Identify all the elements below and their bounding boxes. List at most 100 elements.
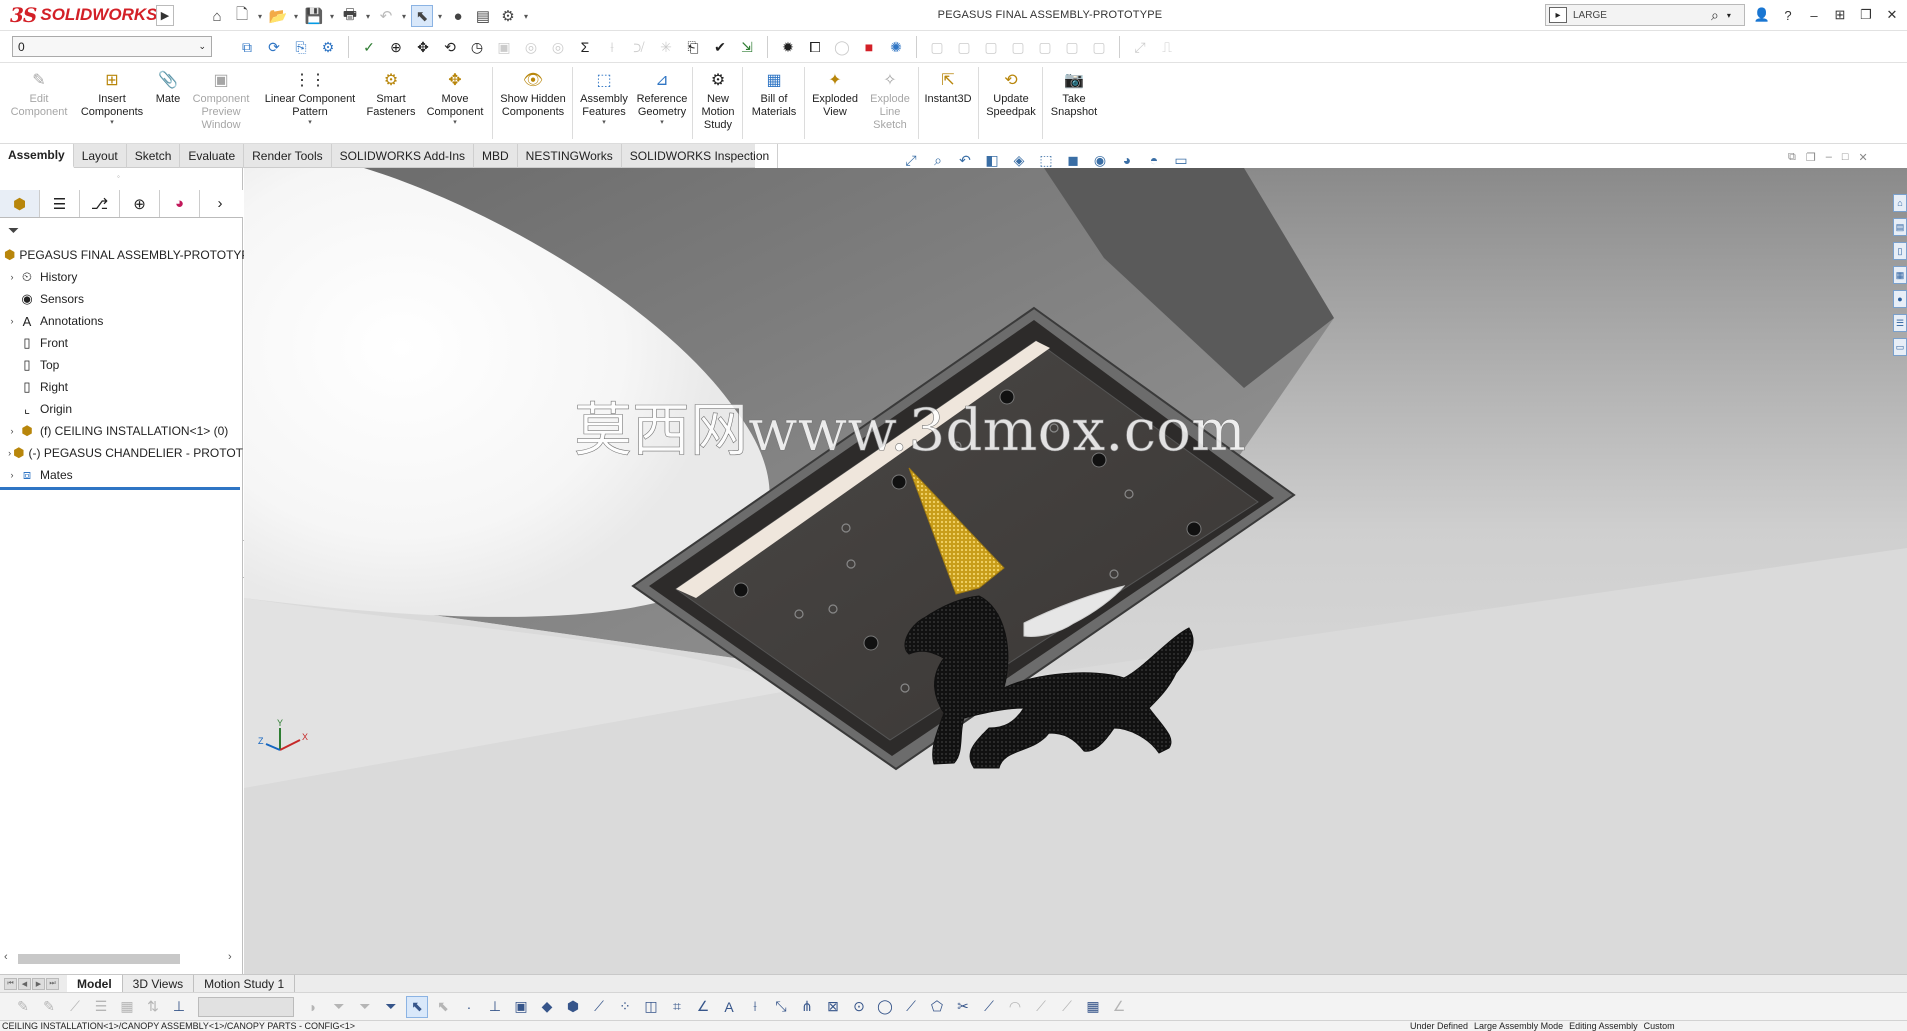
print-icon[interactable]: 🖶	[339, 5, 361, 27]
search-box[interactable]: ▸ ⌕ ▾	[1545, 4, 1745, 26]
rotate-icon[interactable]: ⟲	[439, 36, 461, 58]
point-icon[interactable]: ·	[458, 996, 480, 1018]
dimension-icon[interactable]: ⌗	[666, 996, 688, 1018]
tree-item-top-plane[interactable]: ▯ Top	[0, 354, 243, 376]
tab-nestingworks[interactable]: NESTINGWorks	[518, 144, 622, 168]
solidworks-logo[interactable]: 3S SOLIDWORKS	[10, 3, 157, 27]
scroll-thumb[interactable]	[18, 954, 180, 964]
trim-icon[interactable]: ✂	[952, 996, 974, 1018]
export-icon[interactable]: ⇲	[736, 36, 758, 58]
viewport-restore-icon[interactable]: ❐	[1806, 151, 1816, 164]
sketch-icon[interactable]: ⤢	[1129, 36, 1151, 58]
configuration-manager-tab-icon[interactable]: ⎇	[80, 190, 120, 217]
view-palette-icon[interactable]: ▦	[1893, 266, 1907, 284]
interference-icon[interactable]: ◎	[520, 36, 542, 58]
scroll-left-icon[interactable]: ‹	[4, 951, 8, 963]
view-settings-icon[interactable]: ▭	[1170, 150, 1192, 170]
show-hidden-components-button[interactable]: 👁 Show Hidden Components	[496, 69, 570, 119]
expand-arrow-icon[interactable]: ›	[6, 470, 18, 480]
expand-arrow-icon[interactable]: ›	[6, 448, 13, 458]
edge-icon[interactable]: ⟋	[588, 996, 610, 1018]
axis-icon[interactable]: ⊥	[168, 996, 190, 1018]
filter-icon[interactable]: ⏷	[354, 996, 376, 1018]
previous-view-icon[interactable]: ↶	[954, 150, 976, 170]
filter-icon[interactable]: ⏷	[328, 996, 350, 1018]
measure-icon[interactable]: ⟊	[744, 996, 766, 1018]
copy-component-icon[interactable]: ⎘	[290, 36, 312, 58]
rollback-bar[interactable]	[0, 487, 240, 490]
explode-line-sketch-button[interactable]: ✧ Explode Line Sketch	[864, 69, 916, 132]
first-tab-icon[interactable]: ⏮	[4, 977, 17, 990]
appearances-icon[interactable]: ●	[1893, 290, 1907, 308]
tab-evaluate[interactable]: Evaluate	[180, 144, 245, 168]
select-cursor-icon[interactable]: ⬉	[411, 5, 433, 27]
move-icon[interactable]: ✥	[412, 36, 434, 58]
horizontal-scrollbar[interactable]: ‹ ›	[4, 951, 240, 967]
options-dropdown-icon[interactable]: ▾	[522, 5, 530, 27]
viewport-minimize-icon[interactable]: –	[1826, 151, 1832, 164]
mirror-icon[interactable]: ✳	[655, 36, 677, 58]
sketch-tool-icon[interactable]: ☰	[90, 996, 112, 1018]
drawing6-icon[interactable]: ▢	[1061, 36, 1083, 58]
tab-motion-study[interactable]: Motion Study 1	[194, 974, 296, 993]
viewport-close-icon[interactable]: ✕	[1859, 151, 1868, 164]
exploded-view-button[interactable]: ✦ Exploded View	[808, 69, 862, 119]
new-motion-study-button[interactable]: ⚙ New Motion Study	[696, 69, 740, 132]
clearance-icon[interactable]: ◎	[547, 36, 569, 58]
view-orientation-icon[interactable]: ⬚	[1035, 150, 1057, 170]
sketch-tool-icon[interactable]: ⟋	[64, 996, 86, 1018]
spell-check-icon[interactable]: ✓	[358, 36, 380, 58]
forum-icon[interactable]: ▭	[1893, 338, 1907, 356]
search-magnifier-icon[interactable]: ⌕	[1711, 7, 1719, 24]
file-properties-icon[interactable]: ▤	[472, 5, 494, 27]
new-dropdown-icon[interactable]: ▾	[256, 5, 264, 27]
reference-geometry-button[interactable]: ⊿ Reference Geometry ▾	[634, 69, 690, 127]
line-tool-icon[interactable]: ⟋	[900, 996, 922, 1018]
search-dropdown-icon[interactable]: ▾	[1727, 11, 1731, 20]
mate-button[interactable]: 📎 Mate	[150, 69, 186, 106]
minimize-icon[interactable]: –	[1804, 8, 1824, 23]
panel-grip-icon[interactable]: ◦	[117, 172, 120, 181]
tab-solidworks-inspection[interactable]: SOLIDWORKS Inspection	[622, 144, 779, 168]
design-library-icon[interactable]: ▤	[1893, 218, 1907, 236]
clock-icon[interactable]: ◷	[466, 36, 488, 58]
save-dropdown-icon[interactable]: ▾	[328, 5, 336, 27]
tile-windows-icon[interactable]: ⊞	[1830, 7, 1850, 23]
previous-tab-icon[interactable]: ◀	[18, 977, 31, 990]
help-icon[interactable]: ?	[1778, 8, 1798, 23]
plane-icon[interactable]: ◫	[640, 996, 662, 1018]
zoom-icon[interactable]: ⊕	[385, 36, 407, 58]
display-style-icon[interactable]: ◼	[1062, 150, 1084, 170]
file-explorer-icon[interactable]: ▯	[1893, 242, 1907, 260]
save-icon[interactable]: 💾	[303, 5, 325, 27]
bottom-select[interactable]	[198, 996, 294, 1017]
sketch-tool-icon[interactable]: ⇅	[142, 996, 164, 1018]
sketch-tool-icon[interactable]: ◠	[1004, 996, 1026, 1018]
bill-of-materials-button[interactable]: ▦ Bill of Materials	[746, 69, 802, 119]
hide-component-icon[interactable]: ▣	[493, 36, 515, 58]
search-commands-icon[interactable]: ▸	[1549, 7, 1567, 23]
solid-icon[interactable]: ⬢	[562, 996, 584, 1018]
drawing3-icon[interactable]: ▢	[980, 36, 1002, 58]
search-input[interactable]	[1567, 9, 1707, 21]
expand-arrow-icon[interactable]: ›	[6, 272, 18, 282]
check-icon[interactable]: ✔	[709, 36, 731, 58]
weld-icon[interactable]: ⋔	[796, 996, 818, 1018]
expand-arrow-icon[interactable]: ›	[6, 426, 18, 436]
instant3d-button[interactable]: ⇱ Instant3D	[920, 69, 976, 106]
apply-scene-icon[interactable]: ◓	[1143, 150, 1165, 170]
user-account-icon[interactable]: 👤	[1752, 7, 1772, 23]
settings-gear-icon[interactable]: ⚙	[317, 36, 339, 58]
scroll-right-icon[interactable]: ›	[228, 951, 232, 963]
take-snapshot-button[interactable]: 📷 Take Snapshot	[1046, 69, 1102, 119]
tree-item-ceiling-installation[interactable]: › ⬢ (f) CEILING INSTALLATION<1> (0)	[0, 420, 243, 442]
angle-icon[interactable]: ∠	[692, 996, 714, 1018]
close-icon[interactable]: ✕	[1882, 7, 1902, 23]
update-speedpak-button[interactable]: ⟲ Update Speedpak	[982, 69, 1040, 119]
edit-component-button[interactable]: ✎ Edit Component	[4, 69, 74, 119]
move-component-button[interactable]: ✥ Move Component ▾	[420, 69, 490, 127]
zoom-to-area-icon[interactable]: ⌕	[927, 150, 949, 170]
display-manager-tab-icon[interactable]: ◕	[160, 190, 200, 217]
hide-show-items-icon[interactable]: ◉	[1089, 150, 1111, 170]
replace-component-icon[interactable]: ⟳	[263, 36, 285, 58]
